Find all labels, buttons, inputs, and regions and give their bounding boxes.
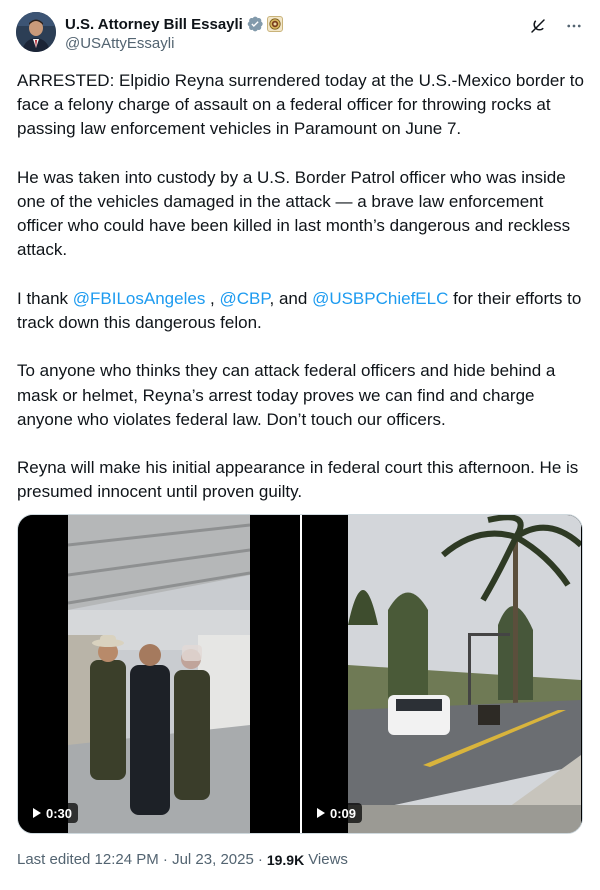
views-count: 19.9K (266, 851, 305, 868)
views-label: Views (308, 851, 348, 868)
tweet: U.S. Attorney Bill Essayli @USAttyEssayl… (0, 0, 600, 890)
video-duration: 0:09 (330, 805, 357, 821)
author-names: U.S. Attorney Bill Essayli @USAttyEssayl… (65, 14, 283, 56)
tweet-text-run: Reyna will make his initial appearance i… (17, 458, 579, 502)
mention-link[interactable]: @USBPChiefELC (312, 289, 448, 308)
display-name[interactable]: U.S. Attorney Bill Essayli (65, 16, 243, 33)
tweet-text-run: He was taken into custody by a U.S. Bord… (17, 167, 571, 260)
tweet-paragraph: I thank @FBILosAngeles , @CBP, and @USBP… (17, 287, 585, 335)
tweet-text-run: I thank (17, 288, 73, 308)
video-duration-badge: 0:30 (28, 803, 79, 823)
meta-separator: · (257, 851, 263, 868)
grok-icon[interactable] (528, 16, 548, 36)
tweet-paragraph: Reyna will make his initial appearance i… (17, 456, 585, 504)
handle[interactable]: @USAttyEssayli (65, 35, 283, 52)
tweet-paragraph: He was taken into custody by a U.S. Bord… (17, 166, 585, 263)
tweet-meta: Last edited 12:24 PM · Jul 23, 2025 · 19… (17, 851, 348, 868)
video-duration: 0:30 (46, 805, 73, 821)
play-icon (317, 808, 325, 818)
mention-link[interactable]: @CBP (219, 289, 269, 308)
tweet-header: U.S. Attorney Bill Essayli @USAttyEssayl… (16, 12, 584, 56)
avatar[interactable] (16, 12, 56, 52)
verified-badge-icon[interactable] (246, 15, 264, 33)
media-grid: 0:30 0:09 (17, 514, 583, 834)
video-thumbnail-1 (68, 515, 250, 833)
tweet-paragraph: ARRESTED: Elpidio Reyna surrendered toda… (17, 69, 585, 142)
more-dots-icon[interactable] (564, 16, 584, 36)
mention-link[interactable]: @FBILosAngeles (73, 289, 206, 308)
video-duration-badge: 0:09 (312, 803, 363, 823)
tweet-text-run: , (205, 288, 220, 308)
government-seal-icon[interactable] (266, 16, 283, 32)
tweet-text: ARRESTED: Elpidio Reyna surrendered toda… (17, 69, 585, 529)
tweet-text-run: ARRESTED: Elpidio Reyna surrendered toda… (17, 71, 584, 139)
tweet-paragraph: To anyone who thinks they can attack fed… (17, 359, 585, 432)
video-street-attack[interactable]: 0:09 (302, 515, 582, 833)
tweet-actions (528, 16, 584, 36)
edited-timestamp[interactable]: Last edited 12:24 PM · Jul 23, 2025 (17, 851, 254, 868)
tweet-text-run: , and (269, 288, 313, 308)
tweet-text-run: To anyone who thinks they can attack fed… (17, 361, 556, 429)
video-thumbnail-2 (348, 515, 581, 833)
play-icon (33, 808, 41, 818)
video-arrest-walk[interactable]: 0:30 (18, 515, 300, 833)
